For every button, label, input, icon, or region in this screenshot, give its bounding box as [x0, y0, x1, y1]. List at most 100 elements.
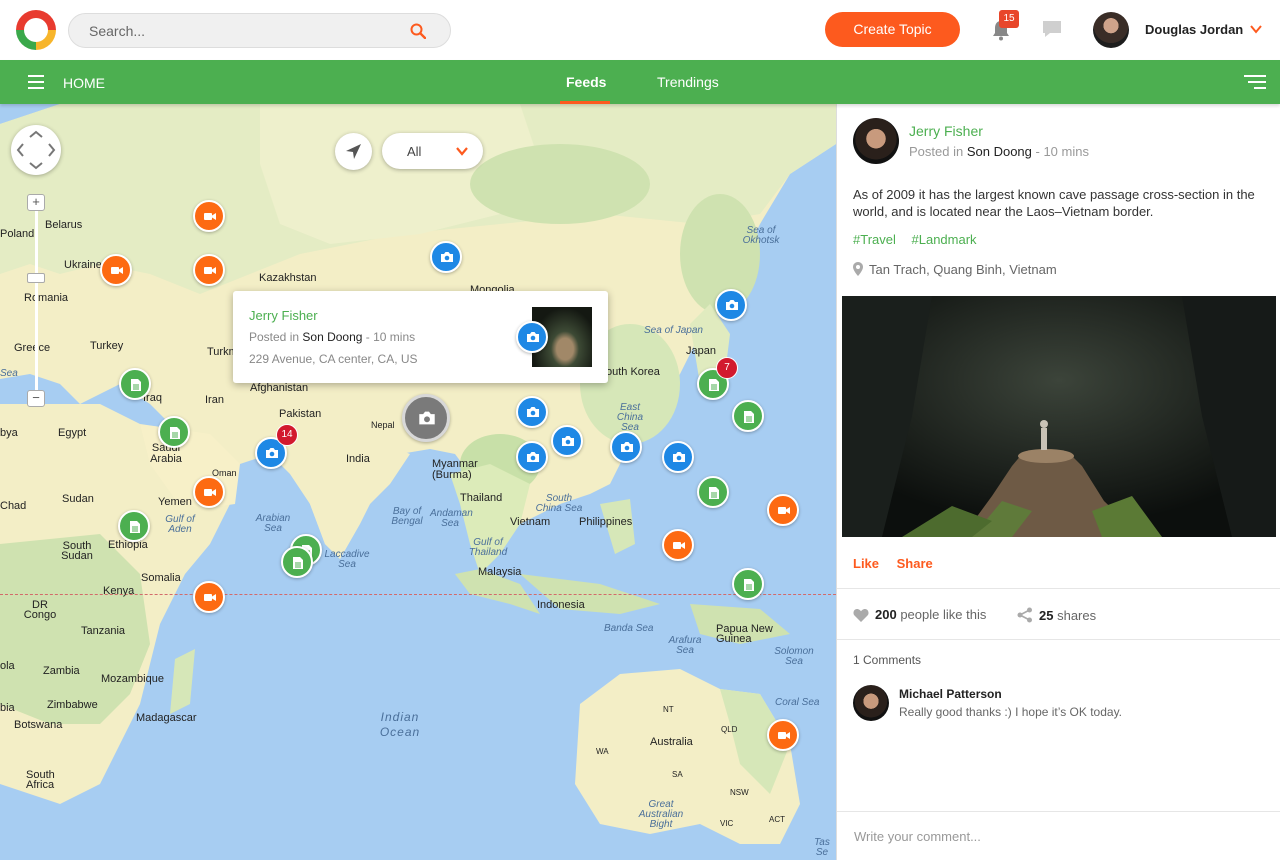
filter-dropdown[interactable]: All: [382, 133, 483, 169]
map-label: Myanmar (Burma): [432, 458, 478, 481]
video-pin[interactable]: [193, 476, 225, 508]
popup-author[interactable]: Jerry Fisher: [249, 308, 318, 323]
user-avatar[interactable]: [1093, 12, 1129, 48]
locate-button[interactable]: [335, 133, 372, 170]
post-author[interactable]: Jerry Fisher: [909, 123, 983, 139]
share-button[interactable]: Share: [897, 556, 933, 571]
tab-trendings[interactable]: Trendings: [657, 74, 719, 90]
map-label: Philippines: [579, 516, 633, 528]
search-icon[interactable]: [410, 23, 426, 39]
zoom-slider-handle[interactable]: [27, 273, 45, 283]
video-icon: [204, 213, 216, 220]
video-pin[interactable]: [193, 254, 225, 286]
divider: [837, 639, 1280, 640]
map-label: Iran: [205, 394, 224, 406]
camera-icon: [673, 452, 685, 462]
comment-text: Really good thanks :) I hope it’s OK tod…: [899, 705, 1123, 719]
document-pin[interactable]: [697, 476, 729, 508]
document-pin[interactable]: [118, 510, 150, 542]
document-pin[interactable]: [158, 416, 190, 448]
camera-icon: [621, 442, 633, 452]
tab-feeds[interactable]: Feeds: [559, 74, 611, 104]
author-avatar[interactable]: [853, 118, 899, 164]
filter-value: All: [407, 144, 422, 159]
search-box[interactable]: [68, 13, 451, 48]
map-label: Malaysia: [478, 566, 522, 578]
shares-suffix: shares: [1057, 608, 1097, 623]
document-icon: [744, 411, 754, 423]
camera-pin[interactable]: [551, 425, 583, 457]
map-pan-control[interactable]: [11, 125, 61, 175]
camera-pin[interactable]: [715, 289, 747, 321]
zoom-track[interactable]: [35, 200, 38, 400]
map-label: Egypt: [58, 427, 87, 439]
popup-posted: Posted in Son Doong - 10 mins: [249, 330, 415, 344]
likes-summary[interactable]: 200 people like this: [853, 607, 986, 622]
video-pin[interactable]: [662, 529, 694, 561]
document-pin[interactable]: [732, 400, 764, 432]
chevron-down-icon: [456, 147, 468, 156]
camera-icon: [419, 411, 435, 425]
camera-pin[interactable]: [516, 441, 548, 473]
document-icon: [293, 557, 303, 569]
video-pin[interactable]: [100, 254, 132, 286]
world-map[interactable]: land Belarus Poland Ukraine Romania Gree…: [0, 104, 836, 860]
video-pin[interactable]: [193, 200, 225, 232]
document-icon: [130, 521, 140, 533]
map-label: Japan: [686, 345, 716, 357]
camera-icon: [562, 436, 574, 446]
comment-input[interactable]: [837, 811, 1280, 860]
map-label: Poland: [0, 228, 35, 240]
map-label: Somalia: [141, 572, 181, 584]
hamburger-menu-icon[interactable]: [28, 75, 44, 89]
map-label: Kenya: [103, 585, 135, 597]
map-label: outh Korea: [606, 366, 660, 378]
sea-label: Arafura Sea: [668, 635, 702, 656]
commenter-avatar[interactable]: [853, 685, 889, 721]
user-name[interactable]: Douglas Jordan: [1145, 22, 1243, 37]
post-place[interactable]: Son Doong: [967, 144, 1032, 159]
app-logo[interactable]: [16, 10, 56, 50]
camera-icon: [527, 407, 539, 417]
nav-home[interactable]: HOME: [63, 75, 105, 91]
search-input[interactable]: [89, 14, 409, 47]
top-bar: Create Topic 15 Douglas Jordan: [0, 0, 1280, 60]
tag-link[interactable]: #Landmark: [912, 232, 977, 247]
document-pin[interactable]: [119, 368, 151, 400]
likes-count: 200: [875, 607, 897, 622]
commenter-name[interactable]: Michael Patterson: [899, 687, 1002, 701]
map-label: ola: [0, 660, 15, 672]
post-photo[interactable]: [842, 296, 1276, 537]
map-post-popup[interactable]: Jerry Fisher Posted in Son Doong - 10 mi…: [233, 291, 608, 383]
chat-icon[interactable]: [1041, 19, 1063, 39]
camera-pin[interactable]: [662, 441, 694, 473]
map-label: Ukraine: [64, 259, 102, 271]
like-button[interactable]: Like: [853, 556, 879, 571]
camera-pin[interactable]: [516, 321, 548, 353]
camera-pin[interactable]: [610, 431, 642, 463]
tag-link[interactable]: #Travel: [853, 232, 896, 247]
video-pin[interactable]: [193, 581, 225, 613]
zoom-out-button[interactable]: −: [27, 390, 45, 407]
sort-menu-icon[interactable]: [1244, 75, 1266, 89]
video-icon: [204, 489, 216, 496]
video-pin[interactable]: [767, 494, 799, 526]
navigation-arrow-icon: [346, 144, 361, 159]
document-pin[interactable]: [732, 568, 764, 600]
video-icon: [778, 732, 790, 739]
document-pin[interactable]: [281, 546, 313, 578]
popup-place[interactable]: Son Doong: [302, 330, 362, 344]
sea-label: Coral Sea: [775, 697, 820, 708]
sea-label: Gulf of Thailand: [468, 537, 508, 558]
shares-summary[interactable]: 25 shares: [1017, 607, 1096, 623]
selected-camera-cluster[interactable]: [402, 394, 450, 442]
camera-pin[interactable]: [516, 396, 548, 428]
zoom-in-button[interactable]: +: [27, 194, 45, 211]
create-topic-button[interactable]: Create Topic: [825, 12, 960, 47]
map-label: Turkey: [90, 340, 124, 352]
chevron-down-icon[interactable]: [1250, 25, 1262, 34]
map-label: Australia: [650, 736, 693, 748]
camera-pin[interactable]: [430, 241, 462, 273]
video-icon: [673, 542, 685, 549]
video-pin[interactable]: [767, 719, 799, 751]
